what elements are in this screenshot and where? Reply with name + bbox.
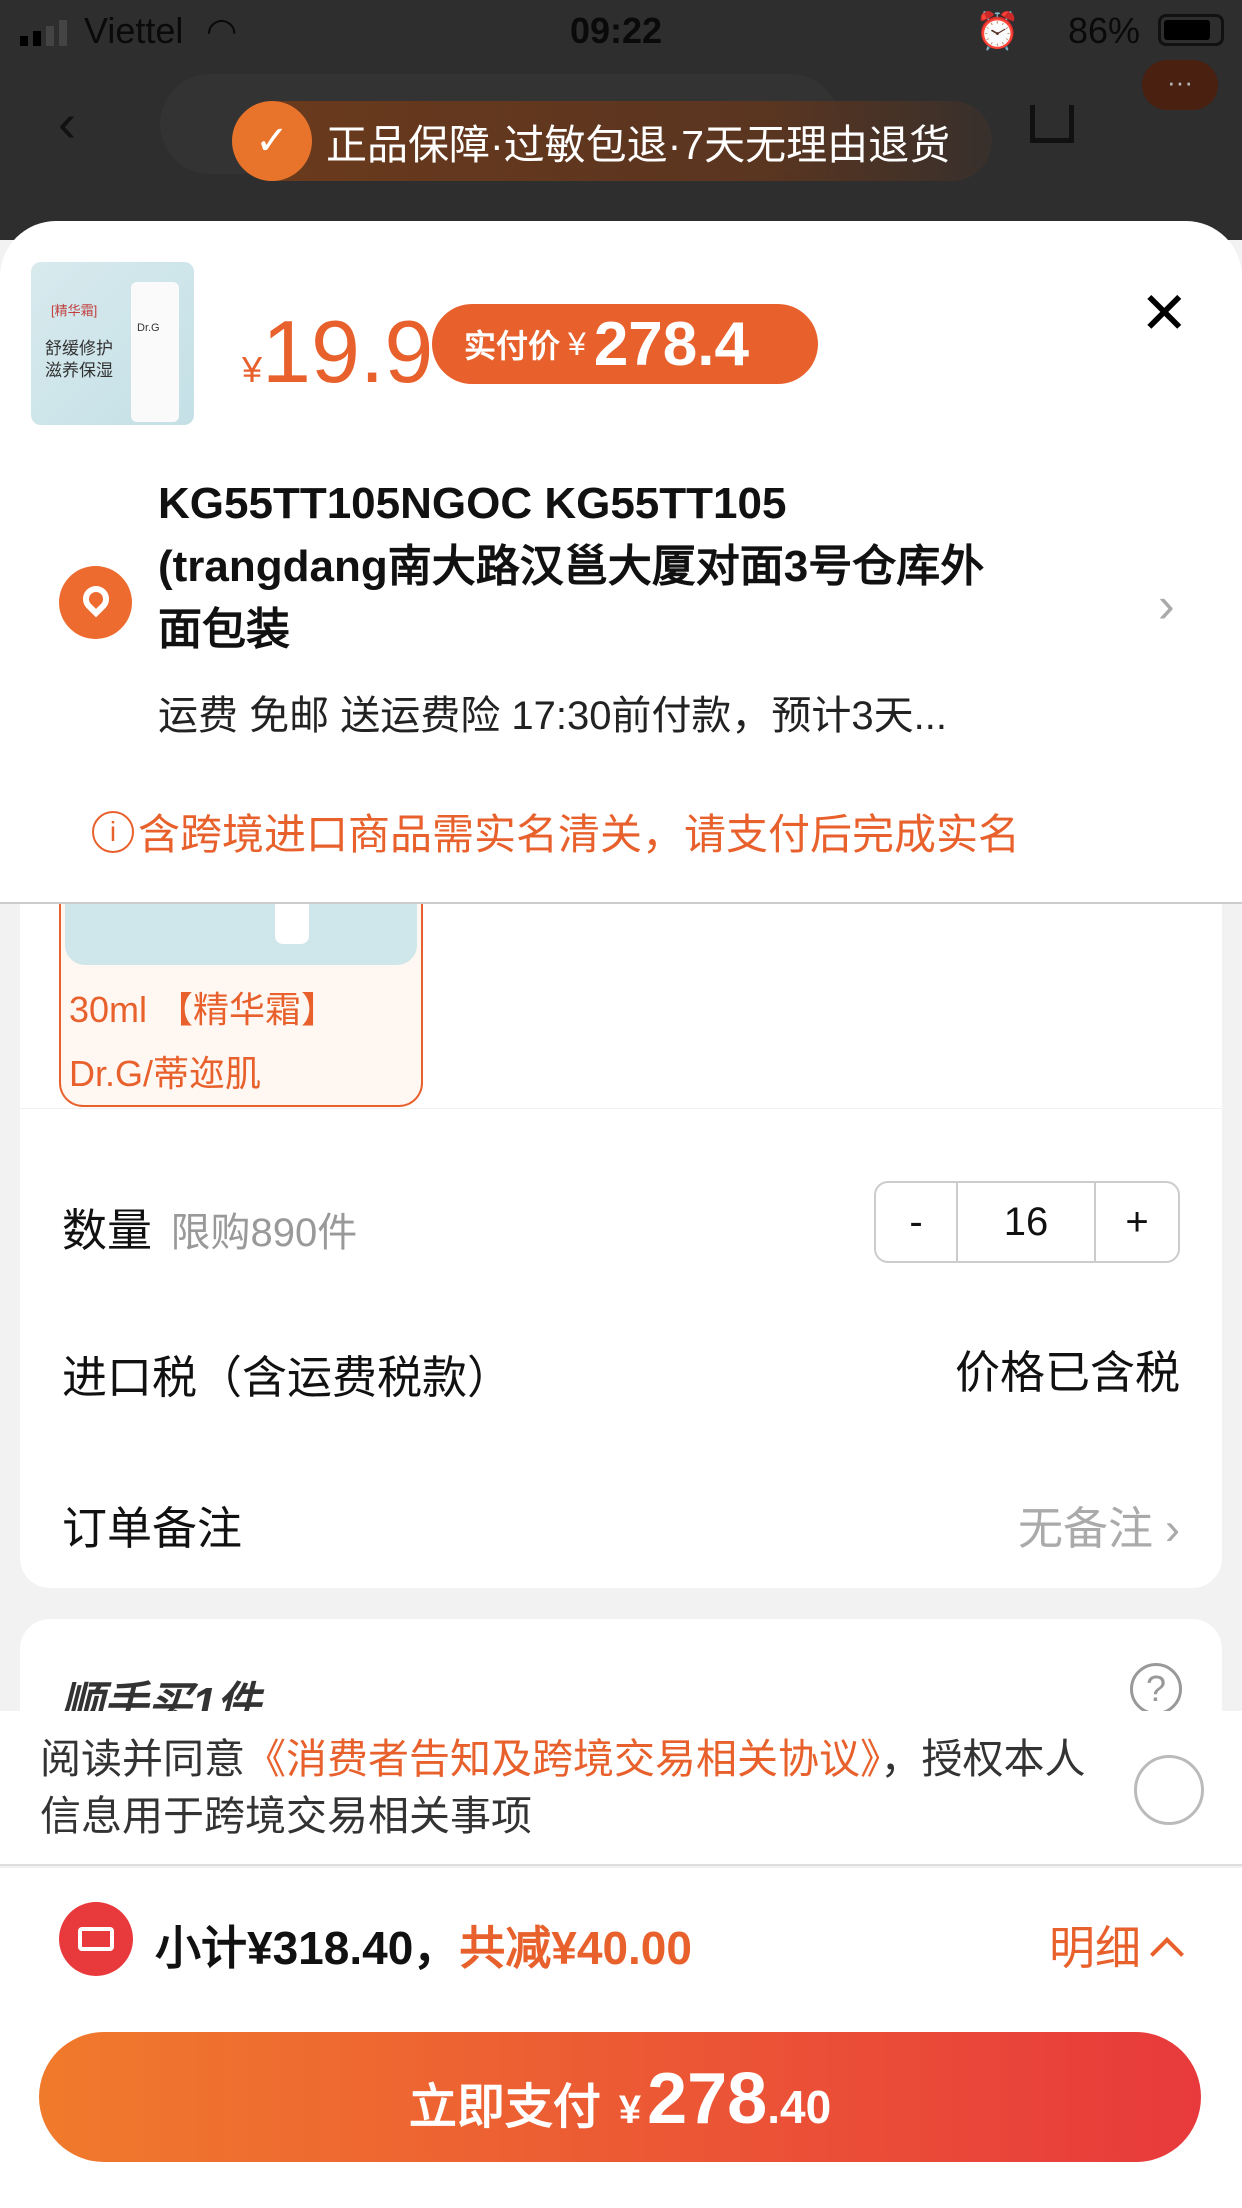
import-tax-value: 价格已含税: [954, 1347, 1180, 1398]
alarm-icon: ⏰: [975, 10, 1020, 51]
close-icon[interactable]: ✕: [1140, 279, 1189, 347]
thumb-line2: 滋养保湿: [45, 361, 113, 380]
variant-line1: 30ml 【精华霜】: [69, 989, 338, 1030]
real-name-notice: i 含跨境进口商品需实名清关，请支付后完成实名: [92, 801, 1020, 862]
quantity-input[interactable]: 16: [958, 1183, 1096, 1261]
agreement-link[interactable]: 《消费者告知及跨境交易相关协议》: [245, 1736, 881, 1782]
signal-icon: [20, 20, 70, 46]
checkout-bar: 小计¥318.40，共减¥40.00 明细 立即支付 ¥ 278 .40: [0, 1868, 1242, 2208]
address-line3: 面包装: [158, 605, 290, 654]
carrier: Viettel: [84, 10, 184, 51]
agree-radio[interactable]: [1134, 1755, 1204, 1825]
info-icon: i: [92, 810, 134, 853]
product-thumbnail: [精华霜] 舒缓修护 滋养保湿 Dr.G: [31, 262, 194, 425]
chevron-up-icon: [1150, 1937, 1184, 1971]
order-sheet: [精华霜] 舒缓修护 滋养保湿 Dr.G ¥19.9 实付价 ¥278.4 ✕ K…: [0, 221, 1242, 903]
guarantee-text: 正品保障·过敏包退·7天无理由退货: [326, 122, 951, 168]
pay-label: 立即支付: [408, 2081, 601, 2134]
shipping-info: 运费 免邮 送运费险 17:30前付款，预计3天...: [158, 694, 948, 738]
variant-option-selected[interactable]: 30ml 【精华霜】 Dr.G/蒂迩肌: [59, 904, 423, 1107]
more-button[interactable]: ···: [1142, 60, 1218, 110]
pay-amount-dec: .40: [767, 2081, 832, 2133]
quantity-label: 数量: [62, 1205, 153, 1256]
chevron-right-icon: ›: [1165, 1503, 1180, 1554]
unit-price: ¥19.9: [242, 302, 434, 401]
shield-check-icon: ✓: [232, 101, 312, 181]
thumb-tag: [精华霜]: [51, 303, 98, 318]
order-note-row[interactable]: 订单备注 无备注 ›: [62, 1492, 1180, 1557]
detail-toggle[interactable]: 明细: [1049, 1912, 1184, 1978]
detail-label: 明细: [1049, 1922, 1141, 1974]
total-discount: 共减¥40.00: [459, 1922, 692, 1974]
background-page-header: Viettel ◠ 09:22 ⏰ 86% ‹ ··· ✓ 正品保障·过敏包退·…: [0, 0, 1242, 240]
agreement-text: 阅读并同意《消费者告知及跨境交易相关协议》，授权本人信息用于跨境交易相关事项: [40, 1731, 1100, 1845]
pay-currency: ¥: [618, 2088, 642, 2132]
wifi-icon: ◠: [206, 10, 238, 51]
cart-icon[interactable]: [1030, 105, 1074, 143]
agreement-panel: 阅读并同意《消费者告知及跨境交易相关协议》，授权本人信息用于跨境交易相关事项: [0, 1711, 1242, 1866]
help-icon[interactable]: ?: [1130, 1663, 1182, 1715]
paid-price-badge: 实付价 ¥278.4: [432, 304, 818, 384]
battery-icon: [1158, 14, 1224, 46]
import-tax-label: 进口税（含运费税款）: [62, 1352, 513, 1403]
pay-amount-int: 278: [647, 2059, 768, 2139]
address-block[interactable]: KG55TT105NGOC KG55TT105 (trangdang南大路汉邕大…: [158, 472, 1118, 661]
location-icon: [59, 566, 132, 639]
clock: 09:22: [570, 10, 663, 51]
decrease-button[interactable]: -: [876, 1183, 958, 1261]
variant-divider: [20, 1108, 1222, 1109]
order-note-value: 无备注: [1017, 1503, 1153, 1554]
variant-line2: Dr.G/蒂迩肌: [69, 1053, 262, 1094]
address-line2: (trangdang南大路汉邕大厦对面3号仓库外: [158, 542, 985, 591]
tube-image: Dr.G: [131, 282, 179, 422]
back-icon[interactable]: ‹: [58, 92, 76, 154]
order-note-label: 订单备注: [62, 1503, 243, 1554]
coupon-icon: [59, 1902, 133, 1976]
guarantee-banner: ✓ 正品保障·过敏包退·7天无理由退货: [232, 101, 992, 181]
chevron-right-icon[interactable]: ›: [1158, 576, 1175, 634]
order-card: 30ml 【精华霜】 Dr.G/蒂迩肌 数量 限购890件 - 16 + 进口税…: [20, 904, 1222, 1588]
address-line1: KG55TT105NGOC KG55TT105: [158, 479, 787, 528]
agreement-prefix: 阅读并同意: [40, 1736, 245, 1782]
pay-now-button[interactable]: 立即支付 ¥ 278 .40: [39, 2032, 1201, 2162]
increase-button[interactable]: +: [1096, 1183, 1178, 1261]
battery-percent: 86%: [1068, 10, 1141, 51]
purchase-limit: 限购890件: [170, 1211, 358, 1255]
subtotal: 小计¥318.40，: [155, 1922, 460, 1974]
notice-text: 含跨境进口商品需实名清关，请支付后完成实名: [138, 811, 1021, 858]
quantity-stepper[interactable]: - 16 +: [874, 1181, 1180, 1263]
